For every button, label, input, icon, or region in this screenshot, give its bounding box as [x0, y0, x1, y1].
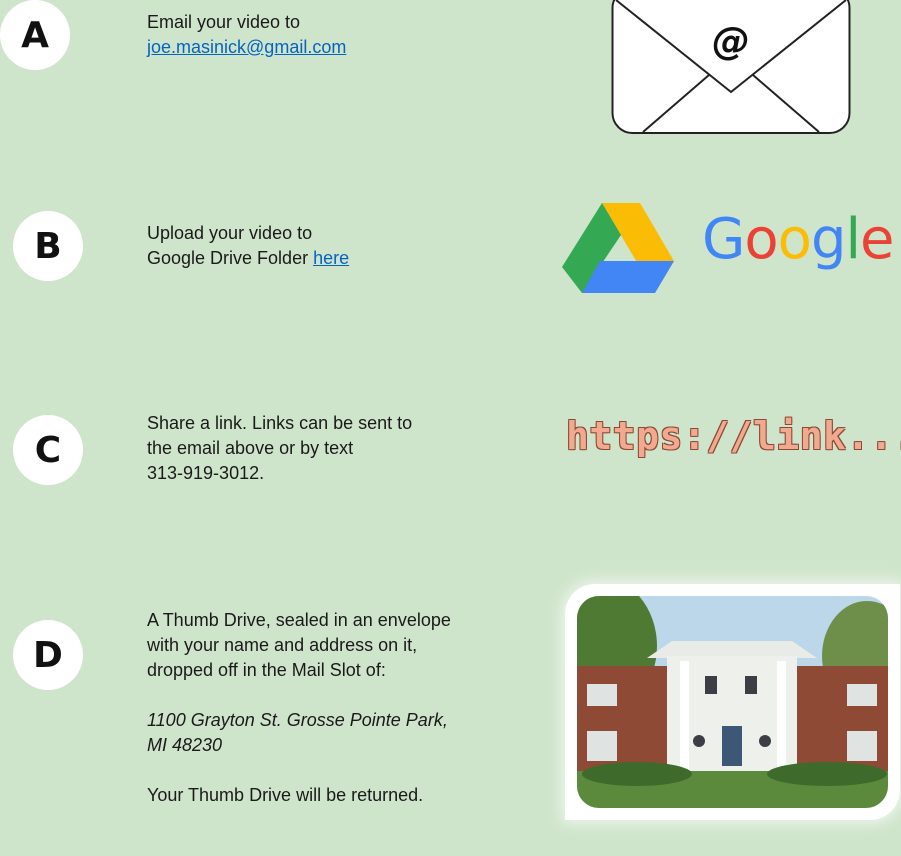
- google-drive-icon: [562, 203, 674, 293]
- option-d-text: A Thumb Drive, sealed in an envelope wit…: [147, 608, 451, 808]
- option-a-text: Email your video to joe.masinick@gmail.c…: [147, 10, 346, 60]
- option-a-line: Email your video to: [147, 12, 301, 32]
- envelope-at-icon: @: [611, 0, 851, 134]
- house-photo: [565, 584, 900, 820]
- option-c-line: 313-919-3012.: [147, 463, 265, 483]
- house-image: [577, 596, 888, 808]
- option-b-text: Upload your video to Google Drive Folder…: [147, 221, 349, 271]
- option-a-badge: A: [0, 0, 70, 70]
- option-b-line: Upload your video to: [147, 223, 313, 243]
- option-d-line: with your name and address on it,: [147, 635, 418, 655]
- google-drive-logo: Google: [562, 195, 901, 295]
- address-line: 1100 Grayton St. Grosse Pointe Park,: [147, 710, 448, 730]
- address-line: MI 48230: [147, 735, 223, 755]
- svg-text:@: @: [712, 19, 750, 63]
- option-d-footer: Your Thumb Drive will be returned.: [147, 785, 424, 805]
- link-graphic-text: https://link...: [566, 414, 901, 458]
- option-c-text: Share a link. Links can be sent to the e…: [147, 411, 412, 486]
- option-b-badge: B: [13, 211, 83, 281]
- option-c-badge: C: [13, 415, 83, 485]
- google-drive-link[interactable]: here: [313, 248, 349, 268]
- option-c-line: Share a link. Links can be sent to: [147, 413, 413, 433]
- email-link[interactable]: joe.masinick@gmail.com: [147, 37, 346, 57]
- option-d-line: A Thumb Drive, sealed in an envelope: [147, 610, 451, 630]
- google-wordmark: Google: [702, 207, 895, 272]
- option-d-badge: D: [13, 620, 83, 690]
- option-d-line: dropped off in the Mail Slot of:: [147, 660, 386, 680]
- option-c-line: the email above or by text: [147, 438, 354, 458]
- option-b-folder-label: Google Drive Folder: [147, 248, 314, 268]
